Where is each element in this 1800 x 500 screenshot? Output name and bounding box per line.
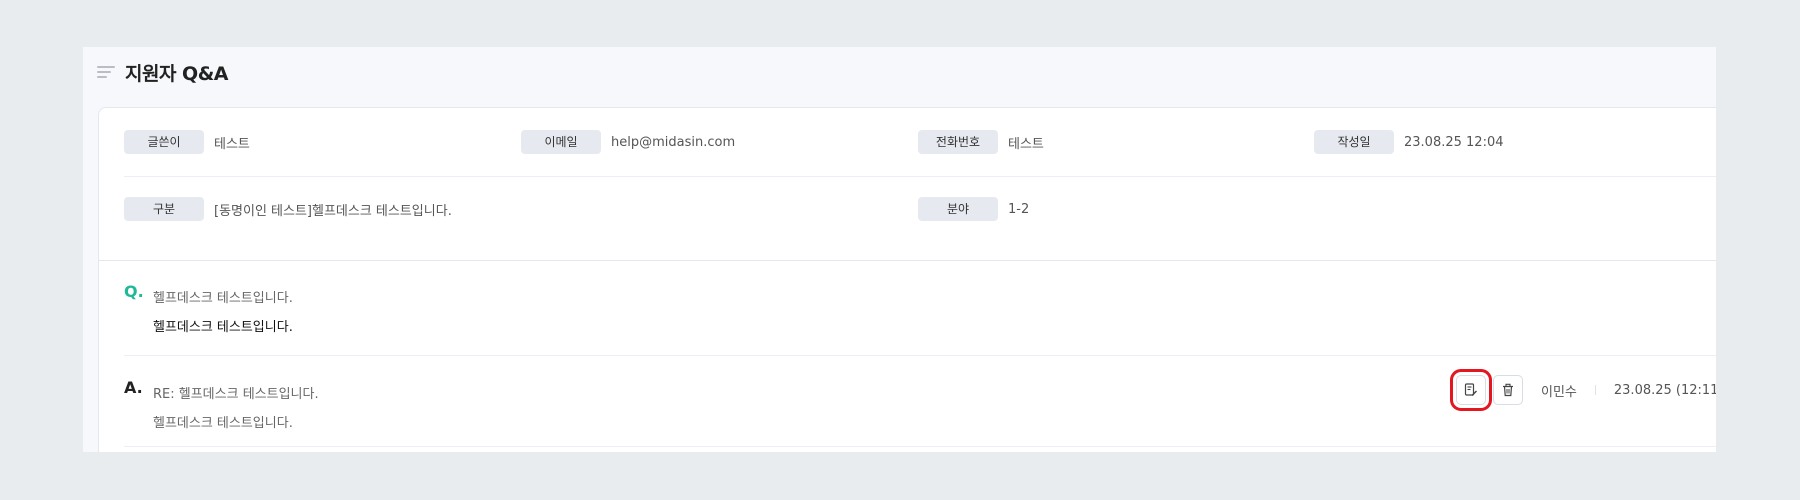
domain-label: 분야 bbox=[918, 197, 998, 221]
category-value: [동명이인 테스트]헬프데스크 테스트입니다. bbox=[214, 203, 452, 219]
answer-actions: 이민수 23.08.25 (12:11) bbox=[1450, 369, 1716, 411]
delete-answer-button[interactable] bbox=[1493, 375, 1523, 405]
email-field: 이메일 help@midasin.com bbox=[521, 130, 735, 154]
answer-block: A. RE: 헬프데스크 테스트입니다. 헬프데스크 테스트입니다. 이민수 2… bbox=[124, 355, 1716, 447]
phone-label: 전화번호 bbox=[918, 130, 998, 154]
info-row-2: 구분 [동명이인 테스트]헬프데스크 테스트입니다. 분야 1-2 bbox=[124, 176, 1716, 242]
menu-lines-icon bbox=[97, 66, 115, 78]
category-label: 구분 bbox=[124, 197, 204, 221]
created-value: 23.08.25 12:04 bbox=[1404, 134, 1504, 150]
created-label: 작성일 bbox=[1314, 130, 1394, 154]
question-mark: Q. bbox=[124, 282, 144, 301]
email-value: help@midasin.com bbox=[611, 134, 736, 150]
answer-body: 헬프데스크 테스트입니다. bbox=[153, 416, 293, 431]
edit-icon bbox=[1464, 383, 1477, 396]
phone-field: 전화번호 테스트 bbox=[918, 130, 1044, 154]
meta-divider bbox=[1594, 385, 1596, 395]
created-field: 작성일 23.08.25 12:04 bbox=[1314, 130, 1504, 154]
detail-card: 글쓴이 테스트 이메일 help@midasin.com 전화번호 테스트 작성… bbox=[98, 107, 1716, 452]
writer-field: 글쓴이 테스트 bbox=[124, 130, 250, 154]
page-title: 지원자 Q&A bbox=[125, 62, 228, 85]
phone-value: 테스트 bbox=[1008, 136, 1044, 152]
answer-date: 23.08.25 (12:11) bbox=[1613, 382, 1716, 398]
edit-answer-button[interactable] bbox=[1450, 369, 1492, 411]
domain-field: 분야 1-2 bbox=[918, 197, 1029, 221]
question-block: Q. 헬프데스크 테스트입니다. 헬프데스크 테스트입니다. bbox=[124, 260, 1716, 356]
writer-value: 테스트 bbox=[214, 136, 250, 152]
domain-value: 1-2 bbox=[1008, 201, 1030, 217]
email-label: 이메일 bbox=[521, 130, 601, 154]
trash-icon bbox=[1503, 383, 1513, 397]
question-title: 헬프데스크 테스트입니다. bbox=[153, 291, 293, 306]
page-header: 지원자 Q&A bbox=[97, 57, 228, 87]
category-field: 구분 [동명이인 테스트]헬프데스크 테스트입니다. bbox=[124, 197, 452, 221]
question-body: 헬프데스크 테스트입니다. bbox=[153, 320, 293, 335]
answer-title: RE: 헬프데스크 테스트입니다. bbox=[153, 387, 319, 402]
answer-mark: A. bbox=[124, 378, 143, 397]
qa-page: 지원자 Q&A 글쓴이 테스트 이메일 help@midasin.com 전화번… bbox=[83, 47, 1716, 452]
answer-author: 이민수 bbox=[1541, 384, 1577, 400]
info-row-1: 글쓴이 테스트 이메일 help@midasin.com 전화번호 테스트 작성… bbox=[124, 108, 1716, 177]
writer-label: 글쓴이 bbox=[124, 130, 204, 154]
